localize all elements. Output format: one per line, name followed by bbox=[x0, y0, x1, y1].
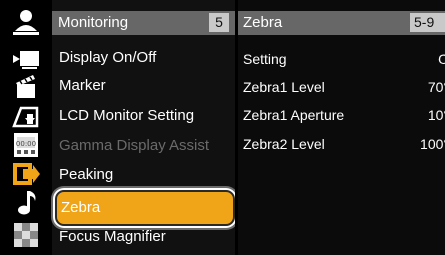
svg-text:00:00: 00:00 bbox=[16, 140, 36, 148]
menu-item-label: Peaking bbox=[59, 166, 114, 183]
menu-header: Monitoring 5 bbox=[52, 11, 235, 35]
monitoring-menu: Monitoring 5 Display On/Off Marker LCD M… bbox=[52, 0, 235, 255]
menu-item-gamma-display-assist: Gamma Display Assist bbox=[52, 132, 235, 160]
submenu-header: Zebra 5-9 bbox=[238, 11, 445, 35]
menu-item-display-on-off[interactable]: Display On/Off bbox=[52, 44, 235, 72]
submenu-title: Zebra bbox=[243, 14, 283, 31]
menu-item-lcd-monitor-setting[interactable]: LCD Monitor Setting bbox=[52, 102, 235, 130]
menu-item-zebra[interactable]: Zebra bbox=[55, 190, 235, 226]
menu-item-focus-magnifier[interactable]: Focus Magnifier bbox=[52, 223, 235, 251]
checkerboard-icon[interactable] bbox=[8, 221, 44, 249]
submenu-page-number: 5-9 bbox=[410, 13, 445, 32]
category-icon-column: 00:00 bbox=[0, 0, 52, 255]
setting-value: 10° bbox=[427, 107, 445, 123]
monitor-screen-icon[interactable] bbox=[8, 103, 44, 131]
user-menu-icon[interactable] bbox=[8, 9, 44, 37]
tv-play-icon[interactable] bbox=[8, 45, 44, 73]
setting-name: Zebra1 Aperture bbox=[243, 107, 345, 123]
submenu-row-zebra1-aperture[interactable]: Zebra1 Aperture 10° bbox=[238, 101, 445, 129]
submenu-row-zebra2-level[interactable]: Zebra2 Level 100° bbox=[238, 130, 445, 158]
music-note-icon[interactable] bbox=[8, 188, 44, 216]
menu-item-label: Zebra bbox=[61, 199, 101, 216]
clapperboard-icon[interactable] bbox=[8, 73, 44, 101]
camera-menu-screen: 00:00 Monitoring 5 Display On/Off Marker… bbox=[0, 0, 445, 255]
setting-value: O bbox=[438, 51, 445, 67]
menu-item-label: Gamma Display Assist bbox=[59, 137, 210, 154]
menu-title: Monitoring bbox=[58, 14, 129, 31]
menu-item-marker[interactable]: Marker bbox=[52, 72, 235, 100]
menu-item-peaking[interactable]: Peaking bbox=[52, 161, 235, 189]
menu-item-label: Focus Magnifier bbox=[59, 228, 166, 245]
setting-name: Zebra2 Level bbox=[243, 136, 325, 152]
setting-name: Zebra1 Level bbox=[243, 79, 325, 95]
menu-item-label: Marker bbox=[59, 77, 106, 94]
zebra-submenu: Zebra 5-9 Setting O Zebra1 Level 70° Zeb… bbox=[238, 0, 445, 255]
grid-display-icon[interactable]: 00:00 bbox=[8, 131, 44, 159]
output-arrow-icon[interactable] bbox=[8, 160, 44, 188]
menu-item-label: Display On/Off bbox=[59, 49, 157, 66]
menu-page-number: 5 bbox=[209, 13, 229, 32]
setting-value: 100° bbox=[420, 136, 445, 152]
menu-item-label: LCD Monitor Setting bbox=[59, 107, 195, 124]
setting-name: Setting bbox=[243, 51, 287, 67]
submenu-row-zebra1-level[interactable]: Zebra1 Level 70° bbox=[238, 73, 445, 101]
setting-value: 70° bbox=[427, 79, 445, 95]
submenu-row-setting[interactable]: Setting O bbox=[238, 45, 445, 73]
